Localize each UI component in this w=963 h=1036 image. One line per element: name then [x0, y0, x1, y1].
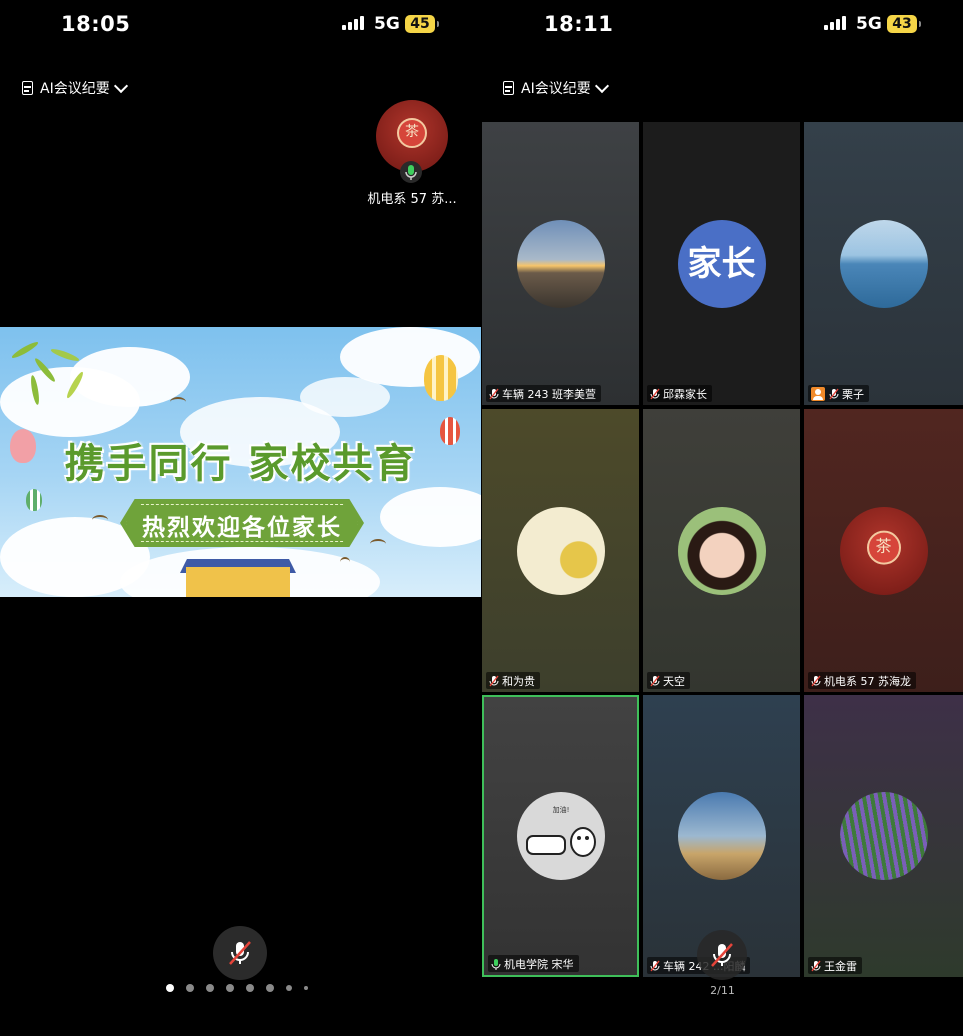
banner-subtitle: 热烈欢迎各位家长 [142, 515, 342, 541]
battery-icon: 43 [887, 15, 921, 33]
participant-name-tag: 栗子 [808, 385, 869, 402]
participant-avatar: 茶 [839, 506, 928, 595]
hot-air-balloon-icon [424, 355, 458, 401]
mic-off-icon [650, 960, 660, 971]
ai-summary-label: AI会议纪要 [40, 81, 110, 97]
speaking-mic-icon [400, 161, 422, 183]
page-indicator: 2/11 [710, 984, 735, 997]
mic-off-icon [650, 675, 660, 686]
participant-tile[interactable]: 茶 机电系 57 苏海龙 [804, 409, 963, 692]
chevron-down-icon [113, 78, 128, 94]
page-dot[interactable] [286, 985, 292, 991]
participant-avatar [677, 792, 766, 880]
participant-name: 天空 [663, 674, 685, 688]
hot-air-balloon-icon [26, 489, 42, 511]
participant-name: 邱霖家长 [663, 387, 707, 401]
participant-tile[interactable]: 天空 [643, 409, 800, 692]
mic-off-icon [489, 388, 499, 399]
participant-grid: 车辆 243 班李美萱 家长 邱霖家长 栗子 和为贵 天空 茶 机电系 57 苏… [482, 122, 963, 977]
chevron-down-icon [594, 78, 609, 94]
left-screen: 18:05 5G 45 AI会议纪要 茶 机电系 57 苏... 携手同行 家校… [0, 0, 481, 1036]
participant-tile[interactable]: 栗子 [804, 122, 963, 405]
page-dot[interactable] [166, 984, 174, 992]
status-time: 18:05 [61, 12, 131, 36]
participant-name-tag: 邱霖家长 [647, 385, 712, 402]
participant-name-tag: 王金雷 [808, 957, 862, 974]
mic-off-icon [811, 960, 821, 971]
participant-name: 机电学院 宋华 [504, 957, 574, 971]
participant-tile[interactable]: 车辆 243 班李美萱 [482, 122, 639, 405]
mic-active-icon [491, 958, 501, 970]
page-dots[interactable] [166, 984, 320, 992]
participant-name: 机电系 57 苏海龙 [824, 674, 911, 688]
status-time: 18:11 [544, 12, 614, 36]
ai-summary-label: AI会议纪要 [521, 81, 591, 97]
emblem-icon: 茶 [866, 530, 901, 565]
right-screen: 18:11 5G 43 AI会议纪要 车辆 243 班李美萱 家长 邱霖家长 栗… [482, 0, 963, 1036]
mic-off-icon [489, 675, 499, 686]
participant-name-tag: 和为贵 [486, 672, 540, 689]
network-label: 5G [374, 14, 400, 34]
page-dot[interactable] [266, 984, 274, 992]
network-label: 5G [856, 14, 882, 34]
participant-name: 王金雷 [824, 959, 857, 973]
mute-button[interactable] [213, 926, 267, 980]
participant-name-tag: 天空 [647, 672, 690, 689]
document-icon [503, 81, 514, 95]
mic-off-icon [829, 388, 839, 399]
mic-off-icon [711, 943, 733, 967]
mic-off-icon [650, 388, 660, 399]
participant-name: 和为贵 [502, 674, 535, 688]
document-icon [22, 81, 33, 95]
signal-icon [824, 16, 850, 30]
participant-avatar [839, 792, 928, 880]
banner-ribbon: 热烈欢迎各位家长 [120, 499, 364, 547]
page-dot[interactable] [186, 984, 194, 992]
page-dot[interactable] [246, 984, 254, 992]
shared-screen-banner: 携手同行 家校共育 热烈欢迎各位家长 [0, 327, 481, 597]
mic-off-icon [229, 941, 251, 965]
status-bar: 18:05 5G 45 [0, 0, 481, 50]
school-building-icon [186, 567, 290, 597]
mute-button[interactable] [697, 930, 747, 980]
participant-name-tag: 机电系 57 苏海龙 [808, 672, 916, 689]
participant-avatar [839, 219, 928, 308]
participant-name-tag: 车辆 243 班李美萱 [486, 385, 601, 402]
participant-tile[interactable]: 和为贵 [482, 409, 639, 692]
active-speaker-name: 机电系 57 苏... [367, 192, 457, 207]
status-bar: 18:11 5G 43 [482, 0, 963, 50]
page-dot[interactable] [304, 986, 308, 990]
participant-name-tag: 机电学院 宋华 [488, 955, 579, 972]
participant-avatar [516, 506, 605, 595]
participant-name: 栗子 [842, 387, 864, 401]
host-badge-icon [811, 386, 825, 401]
ai-summary-button[interactable]: AI会议纪要 [503, 78, 609, 98]
battery-icon: 45 [405, 15, 439, 33]
participant-avatar [516, 219, 605, 308]
ai-summary-button[interactable]: AI会议纪要 [22, 78, 128, 98]
mic-off-icon [811, 675, 821, 686]
signal-icon [342, 16, 368, 30]
participant-avatar: 加油! [516, 792, 605, 880]
participant-tile-active-speaker[interactable]: 加油! 机电学院 宋华 [482, 695, 639, 977]
page-dot[interactable] [206, 984, 214, 992]
svg-text:加油!: 加油! [552, 805, 569, 814]
banner-title: 携手同行 家校共育 [64, 441, 417, 487]
emblem-icon: 茶 [397, 118, 427, 148]
participant-tile[interactable]: 家长 邱霖家长 [643, 122, 800, 405]
participant-tile[interactable]: 王金雷 [804, 695, 963, 977]
page-dot[interactable] [226, 984, 234, 992]
participant-avatar: 家长 [677, 219, 766, 308]
participant-avatar [677, 506, 766, 595]
participant-name: 车辆 243 班李美萱 [502, 387, 596, 401]
